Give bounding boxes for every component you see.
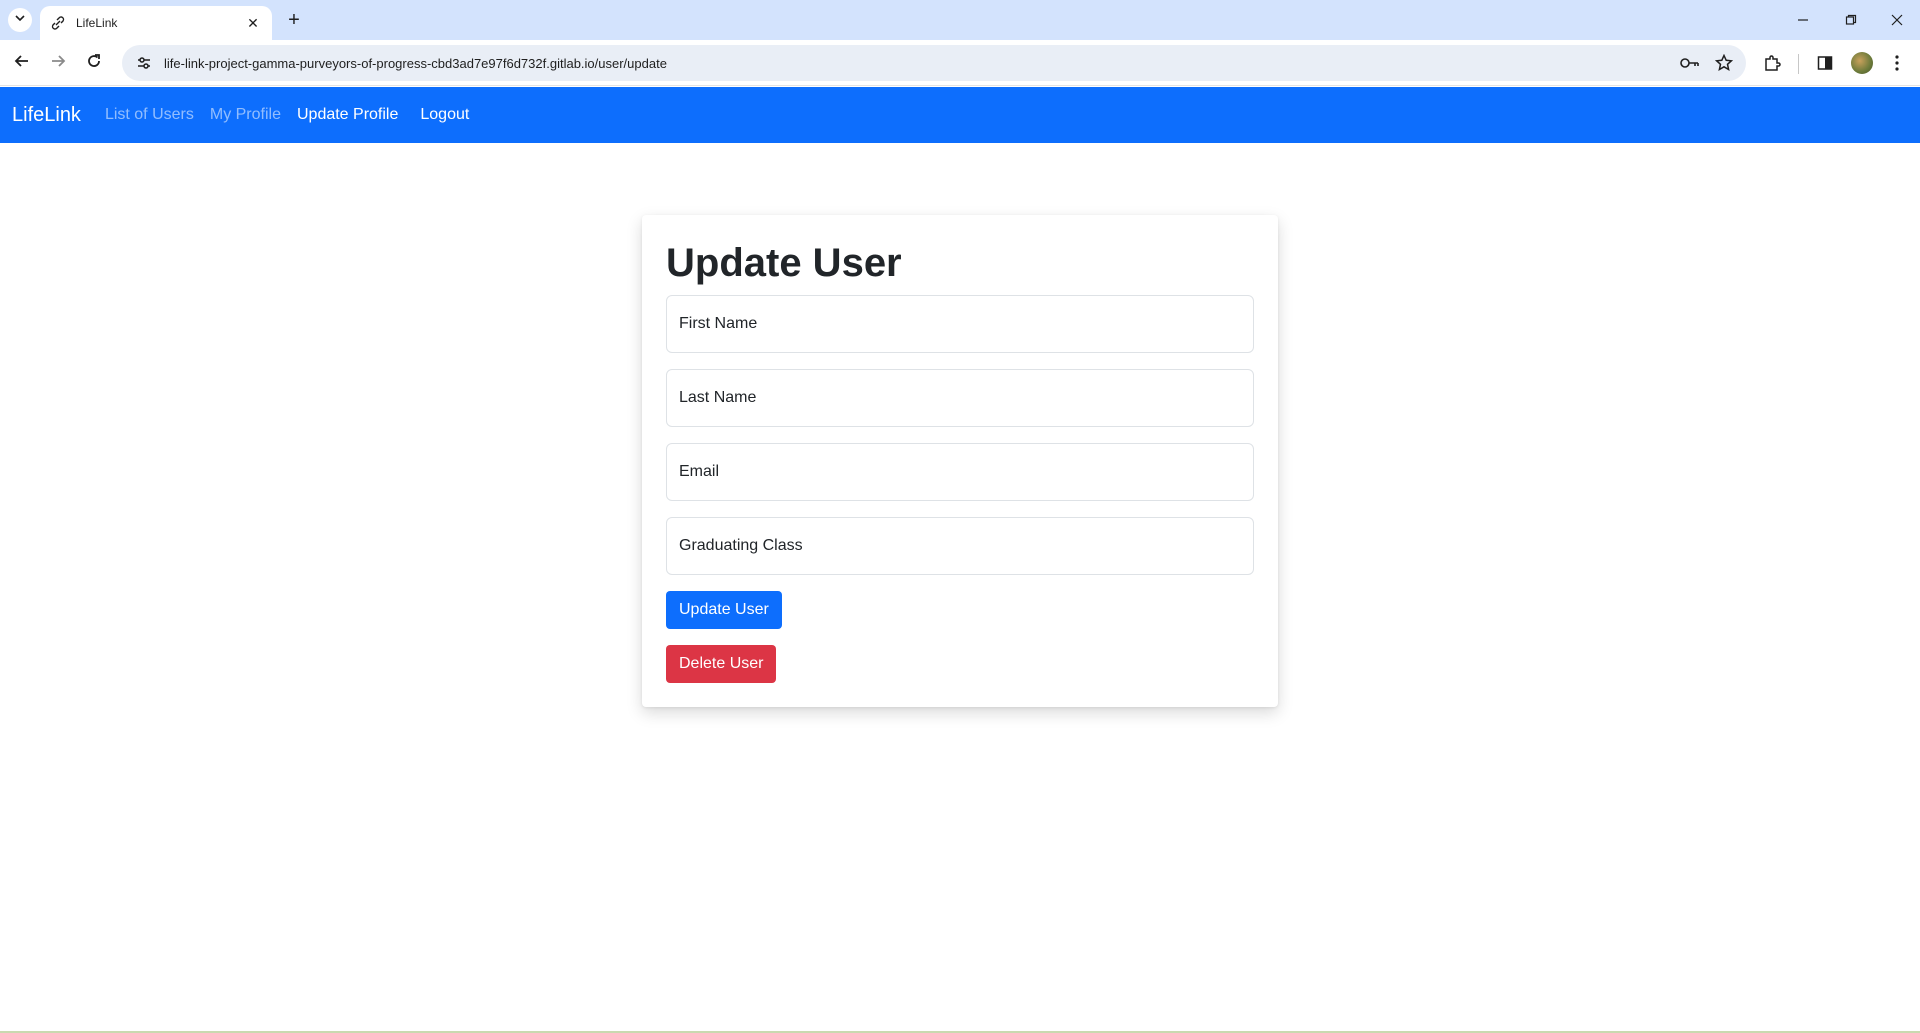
url-text[interactable]: life-link-project-gamma-purveyors-of-pro… — [164, 56, 667, 71]
close-tab-icon[interactable]: ✕ — [244, 14, 262, 32]
nav-link-list-of-users[interactable]: List of Users — [105, 106, 194, 124]
chevron-down-icon — [14, 11, 26, 29]
delete-user-button[interactable]: Delete User — [666, 645, 777, 683]
last-name-field[interactable] — [666, 369, 1254, 427]
update-user-button[interactable]: Update User — [666, 591, 782, 629]
arrow-right-icon — [50, 53, 66, 74]
reload-icon — [86, 53, 102, 74]
restore-button[interactable] — [1828, 0, 1874, 40]
email-field[interactable] — [666, 443, 1254, 501]
side-panel-icon[interactable] — [1813, 51, 1837, 75]
more-menu-icon[interactable] — [1885, 51, 1909, 75]
new-tab-button[interactable]: + — [282, 8, 306, 32]
reload-button[interactable] — [80, 49, 108, 77]
first-name-field[interactable] — [666, 295, 1254, 353]
arrow-left-icon — [14, 53, 30, 74]
tab-title: LifeLink — [76, 16, 118, 30]
browser-toolbar: life-link-project-gamma-purveyors-of-pro… — [0, 40, 1920, 86]
browser-tabstrip: LifeLink ✕ + — [0, 0, 1920, 40]
nav-link-my-profile[interactable]: My Profile — [210, 106, 281, 124]
update-user-card: Update User Update User Delete User — [642, 215, 1278, 707]
site-settings-icon[interactable] — [134, 53, 154, 73]
nav-link-update-profile[interactable]: Update Profile — [297, 106, 398, 124]
tab-search-button[interactable] — [8, 8, 32, 32]
graduating-class-field[interactable] — [666, 517, 1254, 575]
link-icon — [50, 15, 66, 31]
address-bar[interactable]: life-link-project-gamma-purveyors-of-pro… — [122, 45, 1746, 81]
toolbar-divider — [1798, 54, 1799, 74]
extensions-puzzle-icon[interactable] — [1760, 51, 1784, 75]
app-navbar: LifeLink List of Users My Profile Update… — [0, 87, 1920, 143]
forward-button[interactable] — [44, 49, 72, 77]
password-key-icon[interactable] — [1680, 53, 1700, 73]
browser-tab[interactable]: LifeLink ✕ — [40, 6, 272, 40]
close-window-button[interactable] — [1874, 0, 1920, 40]
nav-link-logout[interactable]: Logout — [420, 106, 469, 124]
minimize-button[interactable] — [1780, 0, 1826, 40]
page-title: Update User — [666, 241, 902, 285]
delete-button-row: Delete User — [666, 645, 1254, 683]
brand-link[interactable]: LifeLink — [12, 104, 81, 127]
profile-avatar[interactable] — [1851, 52, 1873, 74]
bookmark-star-icon[interactable] — [1714, 53, 1734, 73]
update-button-row: Update User — [666, 591, 1254, 629]
back-button[interactable] — [8, 49, 36, 77]
